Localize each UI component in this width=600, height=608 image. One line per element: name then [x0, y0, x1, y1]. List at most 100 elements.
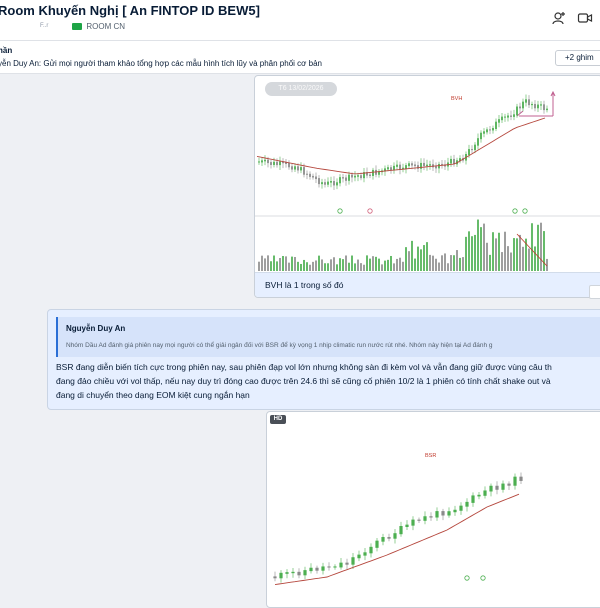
candle-body	[435, 511, 439, 518]
volume-bar	[441, 255, 443, 271]
candle-body	[300, 167, 302, 171]
chat-header: Room Khuyến Nghị [ An FINTOP ID BEW5] F.…	[0, 0, 600, 41]
volume-bar	[339, 258, 341, 271]
candle-body	[303, 167, 305, 175]
room-tag-label[interactable]: ROOM CN	[86, 22, 125, 31]
candle-body	[351, 557, 355, 565]
candle-body	[357, 554, 361, 559]
message-line: đang đảo chiều với vol thấp, nếu nay duy…	[56, 376, 551, 386]
candle-body	[480, 132, 482, 140]
volume-bar	[288, 262, 290, 271]
volume-bar	[306, 262, 308, 271]
volume-bar	[465, 236, 467, 271]
candle-body	[351, 174, 353, 178]
candle-body	[483, 131, 485, 134]
candle-body	[450, 158, 452, 164]
volume-bar	[366, 255, 368, 271]
volume-bar	[402, 261, 404, 271]
volume-bar	[444, 253, 446, 271]
volume-bar	[360, 263, 362, 271]
candle-body	[534, 103, 536, 109]
candle-body	[516, 106, 518, 116]
image-message-bsr[interactable]: BSR HD	[266, 411, 600, 608]
volume-bar	[405, 247, 407, 271]
candle-body	[333, 566, 337, 568]
signal-marker	[480, 575, 486, 581]
volume-bar	[459, 257, 461, 271]
volume-bar	[354, 263, 356, 271]
volume-bar	[537, 224, 539, 271]
candle-body	[417, 165, 419, 169]
bvh-chart-image[interactable]: BVH	[255, 76, 600, 272]
candle-body	[495, 485, 499, 490]
volume-bar	[315, 260, 317, 271]
more-pins-button[interactable]: +2 ghim	[555, 50, 600, 66]
candle-body	[387, 167, 389, 170]
volume-bar	[492, 232, 494, 271]
volume-bar	[363, 264, 365, 271]
candle-body	[495, 121, 497, 130]
candle-body	[327, 181, 329, 185]
add-member-icon[interactable]	[551, 10, 567, 26]
volume-bar	[471, 236, 473, 271]
volume-bar	[468, 231, 470, 271]
room-title: Room Khuyến Nghị [ An FINTOP ID BEW5]	[0, 3, 260, 18]
image-message-bvh[interactable]: BVH T6 13/02/2026 BVH là 1 trong số đó	[254, 75, 600, 298]
candle-body	[465, 501, 469, 507]
candle-body	[309, 173, 311, 177]
message-line: đang di chuyển theo dạng EOM kiệt cung n…	[56, 390, 250, 400]
candle-body	[498, 119, 500, 123]
volume-bar	[540, 222, 542, 271]
bvh-volume-bars	[258, 219, 548, 271]
scroll-button[interactable]	[589, 285, 600, 299]
candle-body	[264, 159, 266, 162]
volume-bar	[381, 264, 383, 271]
candle-body	[294, 166, 296, 170]
candle-body	[528, 99, 530, 106]
candle-body	[405, 165, 407, 169]
candle-body	[522, 101, 524, 109]
candle-body	[297, 166, 299, 171]
bsr-chart-image[interactable]: BSR	[267, 412, 600, 607]
volume-bar	[270, 261, 272, 271]
candle-body	[531, 103, 533, 106]
candle-body	[297, 571, 301, 576]
candle-body	[348, 174, 350, 181]
volume-bar	[273, 255, 275, 271]
candle-body	[267, 159, 269, 164]
volume-bar	[417, 246, 419, 271]
candle-body	[435, 166, 437, 169]
candle-body	[261, 160, 263, 163]
candle-body	[486, 129, 488, 133]
volume-bar	[462, 257, 464, 271]
signal-marker	[337, 208, 343, 214]
candle-body	[501, 483, 505, 490]
candle-body	[372, 169, 374, 176]
volume-bar	[279, 258, 281, 271]
reply-quote[interactable]: Nguyễn Duy An Nhóm Dầu Ad đánh giá phiên…	[56, 317, 600, 357]
volume-bar	[534, 246, 536, 271]
volume-bar	[333, 257, 335, 271]
pinned-text: yễn Duy An: Gửi mọi người tham khảo tổng…	[0, 59, 322, 68]
text-message-bsr[interactable]: Nguyễn Duy An Nhóm Dầu Ad đánh giá phiên…	[47, 309, 600, 410]
candle-body	[537, 104, 539, 109]
volume-bar	[513, 238, 515, 271]
volume-bar	[432, 255, 434, 271]
volume-bar	[369, 258, 371, 271]
candle-body	[543, 104, 545, 111]
volume-bar	[483, 223, 485, 271]
candle-body	[399, 526, 403, 535]
volume-bar	[300, 263, 302, 271]
bvh-candles	[258, 94, 548, 190]
candle-body	[309, 567, 313, 572]
bvh-ma-line	[256, 117, 546, 175]
volume-bar	[522, 246, 524, 271]
candle-body	[513, 476, 517, 486]
video-call-icon[interactable]	[577, 10, 593, 26]
volume-bar	[507, 246, 509, 271]
candle-body	[423, 516, 427, 521]
pinned-sender: hần	[0, 46, 13, 55]
candle-body	[393, 533, 397, 539]
pinned-message-bar[interactable]: hần yễn Duy An: Gửi mọi người tham khảo …	[0, 41, 600, 74]
volume-bar	[486, 242, 488, 271]
